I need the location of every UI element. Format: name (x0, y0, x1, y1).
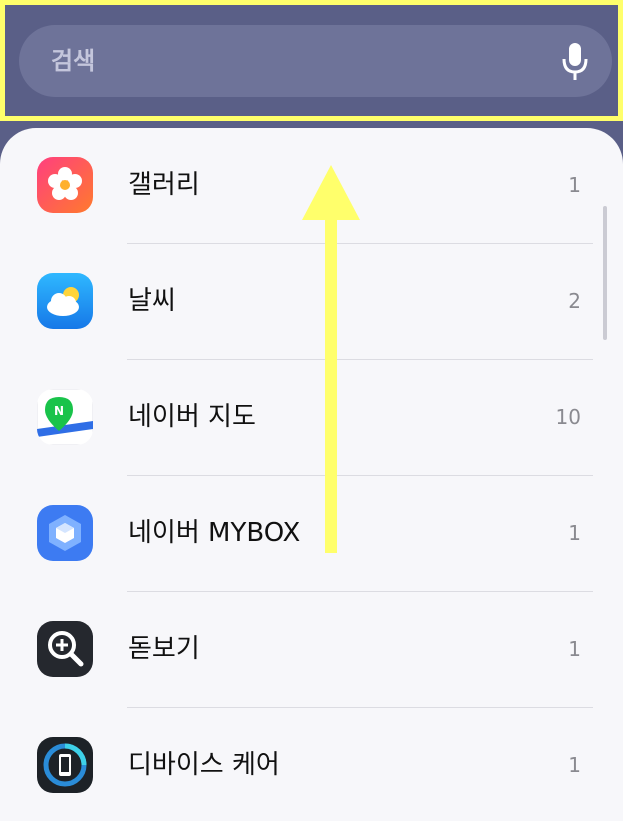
app-name: 날씨 (128, 286, 176, 316)
search-placeholder: 검색 (51, 47, 96, 75)
list-item-magnifier[interactable]: 돋보기 1 (0, 592, 623, 708)
app-count: 2 (568, 289, 581, 313)
app-name: 디바이스 케어 (128, 750, 280, 780)
search-highlight-box: 검색 (0, 0, 623, 121)
naver-map-icon: N (37, 389, 93, 445)
app-name: 네이버 MYBOX (128, 518, 301, 548)
search-bar[interactable]: 검색 (19, 25, 612, 97)
app-count: 1 (568, 753, 581, 777)
magnifier-icon (37, 621, 93, 677)
svg-text:N: N (54, 404, 64, 418)
app-count: 1 (568, 521, 581, 545)
device-care-icon (37, 737, 93, 793)
app-count: 10 (555, 405, 581, 429)
swipe-up-arrow-icon (302, 165, 360, 553)
list-item-device-care[interactable]: 디바이스 케어 1 (0, 708, 623, 821)
app-name: 네이버 지도 (128, 402, 256, 432)
app-count: 1 (568, 173, 581, 197)
naver-mybox-icon (37, 505, 93, 561)
app-name: 돋보기 (128, 634, 200, 664)
weather-icon (37, 273, 93, 329)
gallery-flower-icon (37, 157, 93, 213)
app-name: 갤러리 (128, 170, 200, 200)
app-count: 1 (568, 637, 581, 661)
microphone-icon[interactable] (562, 43, 588, 81)
